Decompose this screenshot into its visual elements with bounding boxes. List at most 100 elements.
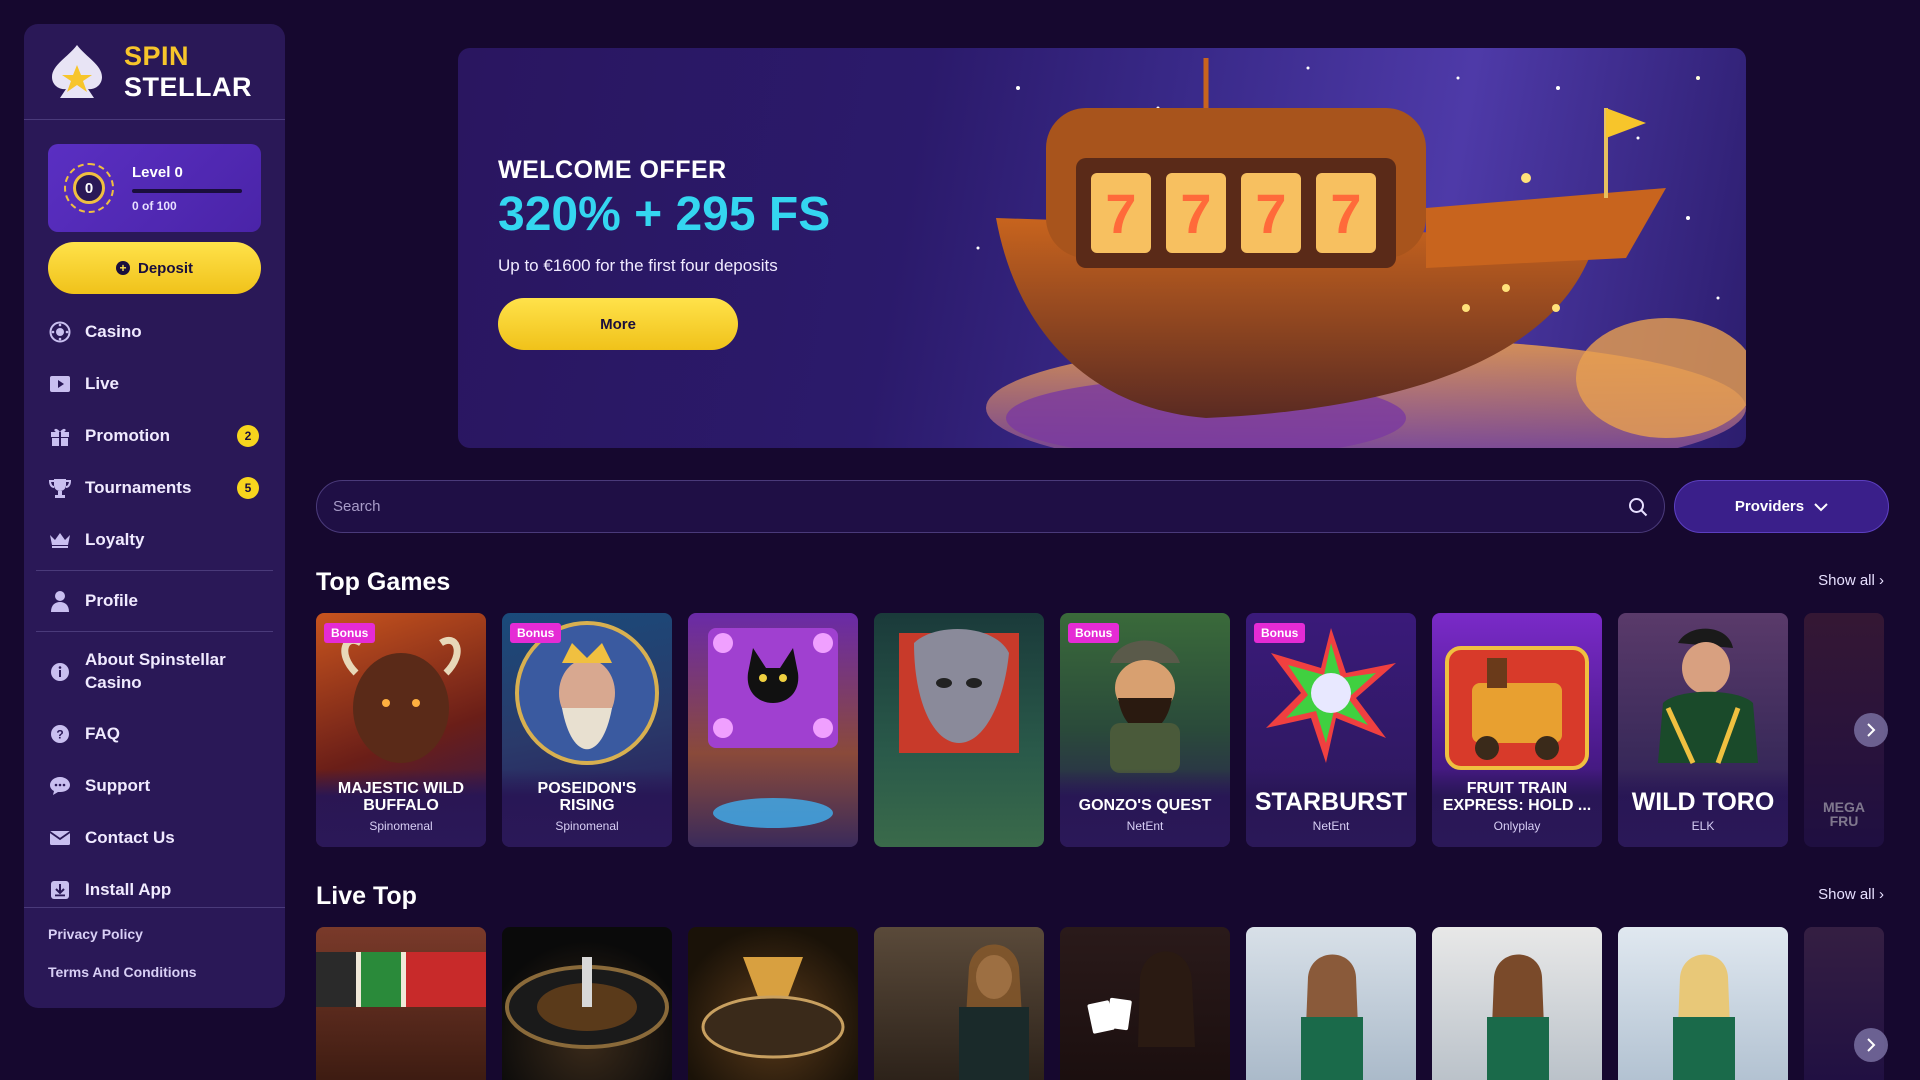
blackjack-dealer-art — [1087, 951, 1195, 1047]
level-title: Level 0 — [132, 163, 183, 181]
game-card[interactable]: Bonus POSEIDON'S RISING Spinomenal — [502, 613, 672, 847]
info-icon — [49, 661, 71, 683]
game-card[interactable]: FRUIT TRAIN EXPRESS: HOLD ... Onlyplay — [1432, 613, 1602, 847]
sidebar-item-promotion[interactable]: Promotion 2 — [24, 410, 285, 462]
sidebar-item-faq[interactable]: ? FAQ — [24, 708, 285, 760]
show-all-label: Show all — [1818, 572, 1875, 589]
game-title: WILD TORO — [1631, 787, 1775, 816]
chat-bubble-icon — [49, 775, 71, 797]
game-card[interactable]: WILD TORO ELK — [1618, 613, 1788, 847]
dealer-art — [1301, 954, 1363, 1080]
tournaments-count-badge: 5 — [237, 477, 259, 499]
golden-roulette-art — [701, 957, 845, 1059]
sidebar-footer: Privacy Policy Terms And Conditions — [24, 907, 285, 1008]
game-card[interactable] — [688, 613, 858, 847]
sidebar-item-label: Tournaments — [85, 478, 192, 497]
live-game-card[interactable] — [874, 927, 1044, 1080]
game-provider: NetEnt — [1126, 819, 1164, 833]
bonus-badge: Bonus — [1254, 623, 1306, 643]
user-icon — [49, 590, 71, 612]
game-card[interactable]: Bonus GONZO'S QUEST NetEnt — [1060, 613, 1230, 847]
live-top-show-all-link[interactable]: Show all › — [1818, 886, 1884, 903]
providers-dropdown[interactable]: Providers — [1674, 480, 1889, 533]
live-game-card[interactable] — [1432, 927, 1602, 1080]
banner-offer: 320% + 295 FS — [498, 188, 831, 241]
search-input[interactable] — [333, 498, 1628, 515]
privacy-policy-link[interactable]: Privacy Policy — [48, 926, 261, 942]
deposit-label: Deposit — [137, 259, 193, 277]
logo-word-spin: SPIN — [124, 40, 190, 71]
game-provider: Onlyplay — [1493, 819, 1541, 833]
nav-divider — [36, 631, 273, 632]
sidebar-item-about[interactable]: About Spinstellar Casino — [24, 636, 285, 708]
sidebar-item-contact[interactable]: Contact Us — [24, 812, 285, 864]
sidebar-item-label: Contact Us — [85, 828, 175, 847]
crown-icon — [49, 529, 71, 551]
top-games-next-button[interactable] — [1854, 713, 1888, 747]
game-card[interactable]: Bonus MAJESTIC WILD BUFFALO Spinomenal — [316, 613, 486, 847]
roulette-numbers-art — [316, 952, 486, 1007]
gift-icon — [49, 425, 71, 447]
sidebar-item-label: Loyalty — [85, 530, 145, 549]
sidebar-item-support[interactable]: Support — [24, 760, 285, 812]
bonus-badge: Bonus — [510, 623, 562, 643]
download-icon — [49, 879, 71, 901]
game-title: GONZO'S QUEST — [1078, 797, 1212, 815]
search-icon[interactable] — [1628, 497, 1648, 517]
dealer-art — [1673, 954, 1735, 1080]
sidebar-item-label: Casino — [85, 322, 142, 341]
game-provider: NetEnt — [1312, 819, 1350, 833]
roulette-wheel-icon — [49, 321, 71, 343]
welcome-banner[interactable]: 7 7 7 7 WELCOME OFFER 320% + 295 FS Up t… — [458, 48, 1746, 448]
banner-subtitle: Up to €1600 for the first four deposits — [498, 256, 778, 275]
envelope-icon — [49, 827, 71, 849]
game-title: STARBURST — [1254, 787, 1408, 816]
live-game-card[interactable] — [316, 927, 486, 1080]
top-games-show-all-link[interactable]: Show all › — [1818, 572, 1884, 589]
svg-text:7: 7 — [1330, 182, 1361, 245]
live-game-card[interactable] — [502, 927, 672, 1080]
sidebar-item-loyalty[interactable]: Loyalty — [24, 514, 285, 566]
play-screen-icon — [49, 373, 71, 395]
providers-label: Providers — [1734, 498, 1805, 515]
sidebar-item-profile[interactable]: Profile — [24, 575, 285, 627]
game-title: FRUIT TRAIN EXPRESS: HOLD ... — [1442, 780, 1592, 815]
live-game-card[interactable] — [1618, 927, 1788, 1080]
game-card[interactable]: Bonus STARBURST NetEnt — [1246, 613, 1416, 847]
terms-link[interactable]: Terms And Conditions — [48, 964, 261, 980]
svg-text:7: 7 — [1255, 182, 1286, 245]
game-title: MAJESTIC WILD BUFFALO — [337, 780, 465, 815]
level-number: 0 — [73, 172, 105, 204]
spade-star-logo-icon — [52, 44, 102, 98]
dealer-art — [1487, 954, 1549, 1080]
sidebar-item-label: About Spinstellar Casino — [85, 650, 226, 692]
sidebar-item-label: FAQ — [85, 724, 120, 743]
sidebar-item-live[interactable]: Live — [24, 358, 285, 410]
live-top-row — [316, 927, 1884, 1080]
banner-more-button[interactable]: More — [498, 298, 738, 350]
live-top-next-button[interactable] — [1854, 1028, 1888, 1062]
svg-text:?: ? — [56, 728, 63, 742]
live-game-card[interactable] — [1060, 927, 1230, 1080]
slot-ship-illustration: 7 7 7 7 — [986, 58, 1746, 448]
sidebar-item-label: Install App — [85, 880, 172, 899]
deposit-button[interactable]: + Deposit — [48, 242, 261, 294]
level-card[interactable]: 0 Level 0 0 of 100 — [48, 144, 261, 232]
chevron-down-icon — [1814, 502, 1828, 511]
game-card[interactable] — [874, 613, 1044, 847]
sidebar-item-label: Profile — [85, 591, 138, 610]
search-bar[interactable] — [316, 480, 1665, 533]
level-progress-text: 0 of 100 — [132, 198, 177, 213]
live-game-card[interactable] — [1246, 927, 1416, 1080]
question-icon: ? — [49, 723, 71, 745]
logo[interactable]: SPIN STELLAR — [24, 24, 285, 120]
roulette-wheel-art — [505, 957, 669, 1049]
svg-text:7: 7 — [1105, 182, 1136, 245]
sidebar-item-tournaments[interactable]: Tournaments 5 — [24, 462, 285, 514]
sidebar-item-label: Promotion — [85, 426, 170, 445]
game-title: POSEIDON'S RISING — [537, 780, 637, 815]
live-game-card[interactable] — [688, 927, 858, 1080]
game-title: MEGA FRU — [1823, 798, 1865, 830]
sidebar-item-casino[interactable]: Casino — [24, 306, 285, 358]
trophy-icon — [49, 477, 71, 499]
